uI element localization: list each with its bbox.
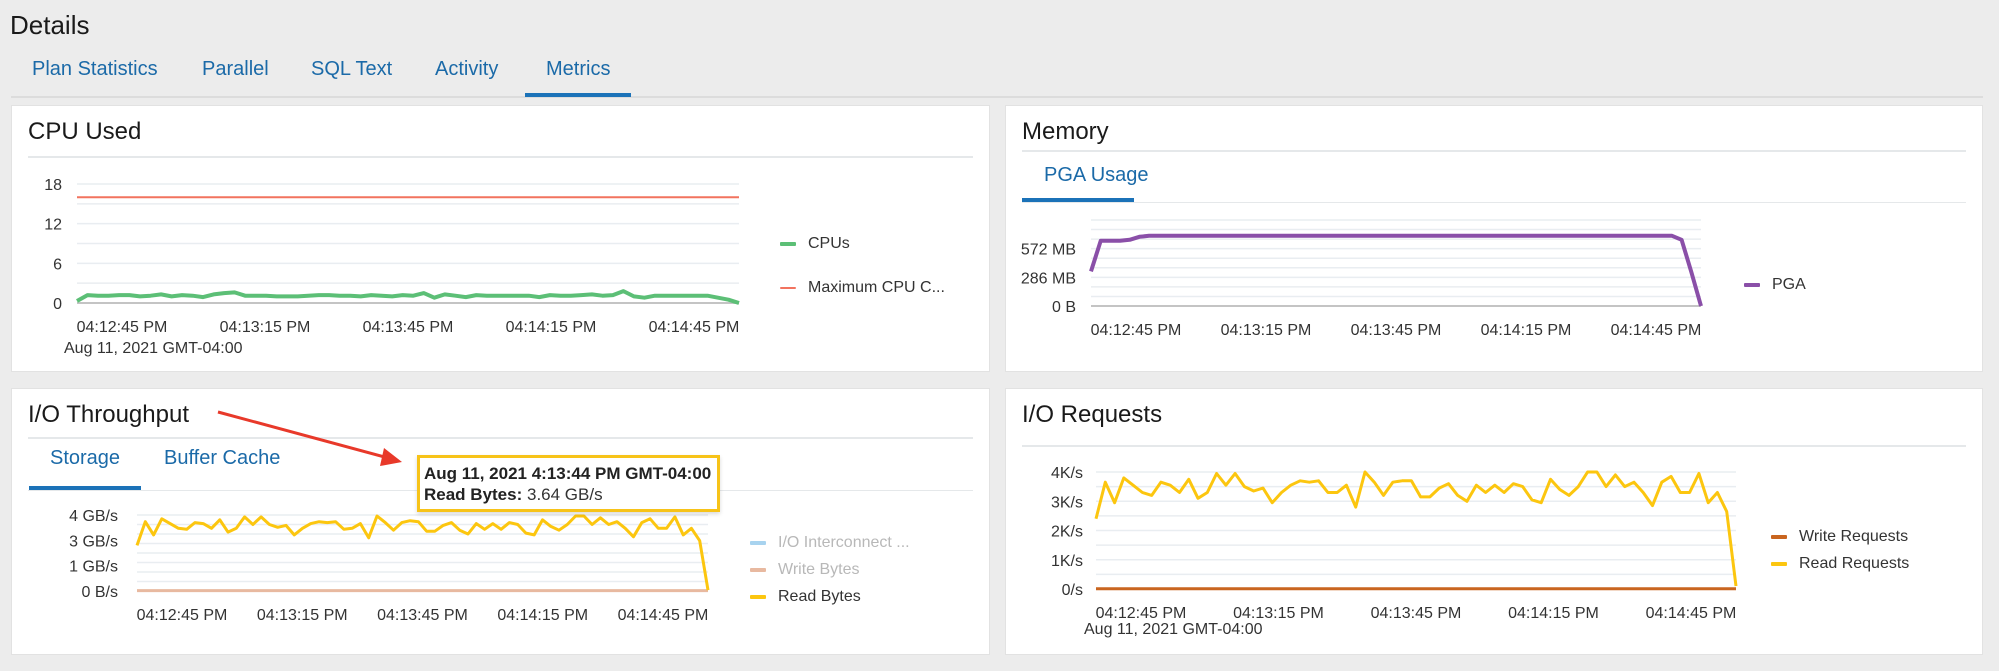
y-tick-label: 6	[53, 256, 62, 273]
tooltip-timestamp: Aug 11, 2021 4:13:44 PM GMT-04:00	[424, 464, 712, 483]
x-tick-label: 04:12:45 PM	[1091, 322, 1182, 339]
x-tick-label: 04:12:45 PM	[137, 607, 228, 624]
x-tick-label: 04:13:15 PM	[220, 319, 311, 336]
x-tick-label: 04:13:45 PM	[1371, 605, 1462, 622]
tab-activity[interactable]: Activity	[435, 58, 498, 93]
y-tick-label: 286 MB	[1021, 270, 1076, 287]
y-tick-label: 4K/s	[1051, 465, 1083, 482]
tab-sql-text[interactable]: SQL Text	[311, 58, 392, 93]
x-tick-label: 04:13:45 PM	[377, 607, 468, 624]
y-tick-label: 0	[53, 296, 62, 313]
legend-swatch	[750, 594, 766, 599]
memory-panel: Memory PGA Usage 0 B 286 MB 572 MB 04:12:45…	[1005, 105, 1983, 372]
legend-swatch	[750, 567, 766, 572]
x-tick-label: 04:14:45 PM	[649, 319, 740, 336]
legend-swatch	[1771, 534, 1787, 539]
x-tick-label: 04:14:15 PM	[1508, 605, 1599, 622]
io-requests-legend: Write Requests Read Requests	[1771, 523, 1909, 577]
tab-plan-statistics[interactable]: Plan Statistics	[32, 58, 158, 93]
legend-swatch	[780, 241, 796, 246]
legend-item-write-requests[interactable]: Write Requests	[1771, 523, 1909, 550]
tooltip-value: 3.64 GB/s	[527, 485, 603, 504]
legend-item-pga[interactable]: PGA	[1744, 271, 1806, 298]
details-tab-bar: Plan Statistics Parallel SQL Text Activi…	[11, 52, 1983, 98]
legend-label: Read Bytes	[778, 587, 861, 605]
legend-swatch	[1771, 561, 1787, 566]
page-title: Details	[10, 10, 90, 40]
x-tick-label: 04:14:45 PM	[618, 607, 709, 624]
legend-item-cpus[interactable]: CPUs	[780, 230, 945, 257]
legend-item-max-cpu[interactable]: Maximum CPU C...	[780, 274, 945, 301]
memory-legend: PGA	[1744, 271, 1806, 298]
x-tick-label: 04:13:15 PM	[257, 607, 348, 624]
cpu-legend: CPUs Maximum CPU C...	[780, 230, 945, 301]
legend-swatch	[750, 540, 766, 545]
y-tick-label: 0 B	[1052, 299, 1076, 316]
legend-item-io-interconnect[interactable]: I/O Interconnect ...	[750, 529, 910, 556]
y-tick-label: 4 GB/s	[69, 508, 118, 525]
y-tick-label: 3K/s	[1051, 494, 1083, 511]
memory-chart[interactable]: 0 B 286 MB 572 MB 04:12:45 PM 04:13:15 PM 04:…	[1006, 106, 1984, 373]
x-tick-label: 04:12:45 PM	[77, 319, 168, 336]
x-tick-label: 04:14:15 PM	[1481, 322, 1572, 339]
io-throughput-chart[interactable]: 0 B/s 1 GB/s 3 GB/s 4 GB/s 04:12:45 PM 04:13:…	[12, 389, 991, 656]
legend-label: Maximum CPU C...	[808, 278, 945, 296]
x-tick-label: 04:14:45 PM	[1646, 605, 1737, 622]
y-tick-label: 2K/s	[1051, 524, 1083, 541]
chart-tooltip: Aug 11, 2021 4:13:44 PM GMT-04:00 Read B…	[417, 455, 721, 512]
x-tick-label: 04:13:45 PM	[363, 319, 454, 336]
legend-item-read-bytes[interactable]: Read Bytes	[750, 583, 910, 610]
legend-item-write-bytes[interactable]: Write Bytes	[750, 556, 910, 583]
x-tick-label: 04:12:45 PM	[1096, 605, 1187, 622]
cpu-date-label: Aug 11, 2021 GMT-04:00	[64, 340, 243, 357]
x-tick-label: 04:13:15 PM	[1233, 605, 1324, 622]
y-tick-label: 12	[44, 217, 62, 234]
io-throughput-legend: I/O Interconnect ... Write Bytes Read By…	[750, 529, 910, 610]
legend-label: PGA	[1772, 275, 1806, 293]
x-tick-label: 04:13:45 PM	[1351, 322, 1442, 339]
tab-parallel[interactable]: Parallel	[202, 58, 269, 93]
io-requests-date-label: Aug 11, 2021 GMT-04:00	[1084, 621, 1263, 638]
series-line-pga[interactable]	[1089, 233, 1703, 307]
x-tick-label: 04:14:15 PM	[497, 607, 588, 624]
tooltip-series-label: Read Bytes:	[424, 485, 523, 504]
y-tick-label: 1 GB/s	[69, 559, 118, 576]
legend-swatch	[780, 286, 796, 289]
cpu-used-panel: CPU Used 0 6 12 18 04:12:45 PM 04:13:15 PM 04:…	[11, 105, 990, 372]
legend-item-read-requests[interactable]: Read Requests	[1771, 550, 1909, 577]
legend-label: Write Bytes	[778, 560, 860, 578]
tab-metrics[interactable]: Metrics	[524, 58, 633, 97]
x-tick-label: 04:14:45 PM	[1611, 322, 1702, 339]
io-throughput-panel: I/O Throughput Storage Buffer Cache 0 B/…	[11, 388, 990, 655]
legend-swatch	[1744, 282, 1760, 287]
y-tick-label: 18	[44, 177, 62, 194]
legend-label: CPUs	[808, 234, 850, 252]
io-requests-panel: I/O Requests 0/s 1K/s 2K/s 3K/s 4K/s 04:12:45…	[1005, 388, 1983, 655]
x-tick-label: 04:13:15 PM	[1221, 322, 1312, 339]
series-line-read-requests[interactable]	[1094, 470, 1738, 587]
y-tick-label: 572 MB	[1021, 242, 1076, 259]
legend-label: Write Requests	[1799, 527, 1909, 545]
y-tick-label: 1K/s	[1051, 553, 1083, 570]
x-tick-label: 04:14:15 PM	[506, 319, 597, 336]
legend-label: Read Requests	[1799, 554, 1910, 572]
legend-label: I/O Interconnect ...	[778, 533, 910, 551]
y-tick-label: 3 GB/s	[69, 533, 118, 550]
series-line-cpus[interactable]	[76, 289, 740, 305]
y-tick-label: 0 B/s	[82, 584, 118, 601]
y-tick-label: 0/s	[1062, 582, 1083, 599]
